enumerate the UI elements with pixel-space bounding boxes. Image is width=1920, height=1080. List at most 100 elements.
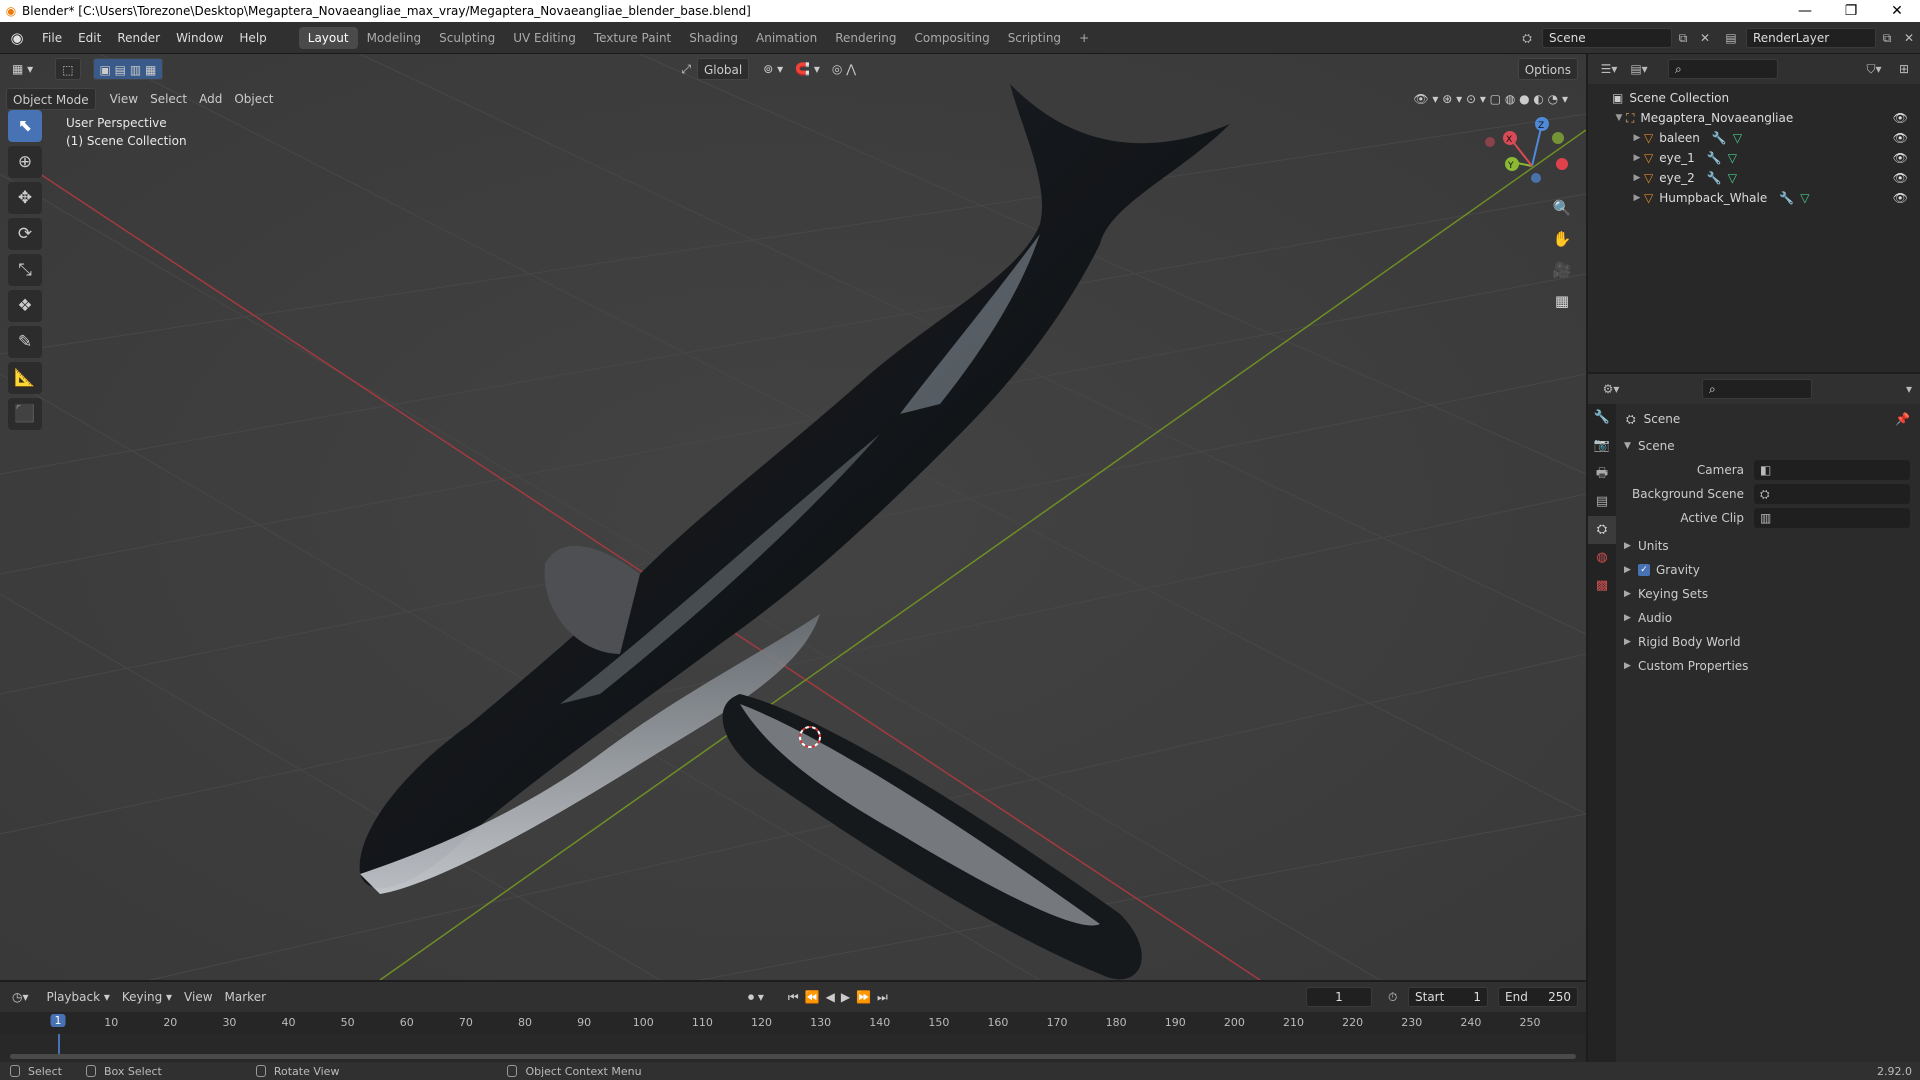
collapse-triangle-icon[interactable]: ▼	[1612, 113, 1626, 123]
3d-viewport[interactable]: Z Y X ▦ ▾ ⬚ ▣ ▤ ▥ ▦ ⤢ Global ⊚ ▾ 🧲 ▾ ◎ ⋀…	[0, 54, 1586, 980]
transform-tool-icon[interactable]: ❖	[8, 290, 42, 322]
tab-shading[interactable]: Shading	[680, 27, 747, 49]
scene-name-field[interactable]: Scene	[1542, 28, 1672, 48]
rigid-body-world-panel[interactable]: ▶ Rigid Body World	[1618, 630, 1920, 654]
filter-icon[interactable]: ⛉▾	[1854, 62, 1894, 77]
active-clip-field[interactable]: ▥	[1754, 508, 1910, 528]
pivot-icon[interactable]: ⊚ ▾	[757, 58, 789, 80]
playhead-line[interactable]	[58, 1034, 60, 1056]
select-tool-icon[interactable]: ⬚	[55, 58, 81, 80]
visibility-eye-icon[interactable]: 👁	[1893, 151, 1908, 165]
visibility-eye-icon[interactable]: 👁	[1893, 191, 1908, 205]
keying-menu[interactable]: Keying ▾	[116, 986, 178, 1008]
outliner-search-input[interactable]: ⌕	[1668, 59, 1778, 79]
cursor-tool-icon[interactable]: ⊕	[8, 146, 42, 178]
render-layer-field[interactable]: RenderLayer	[1746, 28, 1876, 48]
properties-search-input[interactable]: ⌕	[1702, 379, 1812, 399]
camera-view-icon[interactable]: 🎥	[1548, 256, 1576, 284]
outliner-collection-row[interactable]: ▼ ⛶ Megaptera_Novaeangliae 👁	[1588, 108, 1920, 128]
background-scene-field[interactable]: ⛭	[1754, 484, 1910, 504]
current-frame-field[interactable]: 1	[1306, 987, 1372, 1007]
select-box-tool-icon[interactable]: ⬉	[8, 110, 42, 142]
pan-hand-icon[interactable]: ✋	[1548, 225, 1576, 253]
viewport-menu-add[interactable]: Add	[193, 88, 228, 110]
output-tab-icon[interactable]: 🖶	[1588, 460, 1616, 488]
delete-scene-icon[interactable]: ✕	[1694, 31, 1716, 45]
shading-mode-icons[interactable]: 👁 ▾ ⊛ ▾ ⊙ ▾ ▢ ◍ ● ◐ ◔ ▾	[1407, 88, 1574, 110]
keying-sets-panel[interactable]: ▶ Keying Sets	[1618, 582, 1920, 606]
audio-panel[interactable]: ▶ Audio	[1618, 606, 1920, 630]
visibility-eye-icon[interactable]: 👁	[1893, 131, 1908, 145]
tab-sculpting[interactable]: Sculpting	[430, 27, 504, 49]
timeline-editor-icon[interactable]: ◷▾	[6, 986, 35, 1008]
tab-rendering[interactable]: Rendering	[826, 27, 905, 49]
object-mode-dropdown[interactable]: Object Mode	[6, 88, 96, 110]
tab-scripting[interactable]: Scripting	[999, 27, 1070, 49]
tab-layout[interactable]: Layout	[298, 26, 358, 49]
timeline-scrollbar[interactable]	[10, 1054, 1576, 1059]
delete-layer-icon[interactable]: ✕	[1898, 31, 1920, 45]
outliner-object-row[interactable]: ▶ ▽ Humpback_Whale 🔧 ▽ 👁	[1588, 188, 1920, 208]
menu-help[interactable]: Help	[231, 31, 274, 45]
annotate-tool-icon[interactable]: ✎	[8, 326, 42, 358]
rotate-tool-icon[interactable]: ⟳	[8, 218, 42, 250]
marker-menu[interactable]: Marker	[219, 986, 272, 1008]
camera-field[interactable]: ◧	[1754, 460, 1910, 480]
scene-tab-icon[interactable]: ⛭	[1588, 516, 1616, 544]
expand-triangle-icon[interactable]: ▶	[1630, 173, 1644, 183]
new-scene-icon[interactable]: ⧉	[1672, 31, 1694, 46]
tab-uv-editing[interactable]: UV Editing	[504, 27, 585, 49]
viewport-menu-view[interactable]: View	[104, 88, 144, 110]
menu-file[interactable]: File	[34, 31, 70, 45]
view-layer-tab-icon[interactable]: ▤	[1588, 488, 1616, 516]
timeline-view-menu[interactable]: View	[178, 986, 218, 1008]
maximize-button[interactable]: ❐	[1828, 3, 1874, 19]
blender-menu-icon[interactable]: ◉	[0, 29, 34, 47]
properties-options-icon[interactable]: ▾	[1906, 382, 1912, 396]
options-dropdown[interactable]: Options	[1517, 58, 1578, 80]
units-panel[interactable]: ▶ Units	[1618, 534, 1920, 558]
zoom-icon[interactable]: 🔍	[1548, 194, 1576, 222]
minimize-button[interactable]: —	[1782, 3, 1828, 19]
render-tab-icon[interactable]: 📷	[1588, 432, 1616, 460]
current-frame-marker[interactable]: 1	[50, 1014, 66, 1027]
visibility-eye-icon[interactable]: 👁	[1893, 111, 1908, 125]
outliner-scene-collection[interactable]: ▣ Scene Collection	[1588, 88, 1920, 108]
end-frame-field[interactable]: End 250	[1498, 987, 1578, 1007]
texture-tab-icon[interactable]: ▩	[1588, 572, 1616, 600]
editor-type-icon[interactable]: ▦ ▾	[6, 58, 39, 80]
outliner-editor-icon[interactable]: ☰▾	[1594, 62, 1624, 76]
properties-editor-icon[interactable]: ⚙▾	[1596, 382, 1626, 396]
stopwatch-icon[interactable]: ⏱	[1388, 990, 1397, 1005]
new-collection-icon[interactable]: ⊞	[1894, 62, 1914, 76]
add-workspace-button[interactable]: +	[1070, 27, 1098, 49]
tab-modeling[interactable]: Modeling	[358, 27, 431, 49]
scale-tool-icon[interactable]: ⤡	[8, 254, 42, 286]
close-button[interactable]: ✕	[1874, 3, 1920, 19]
expand-triangle-icon[interactable]: ▶	[1630, 153, 1644, 163]
custom-properties-panel[interactable]: ▶ Custom Properties	[1618, 654, 1920, 678]
timeline-track-area[interactable]	[0, 1034, 1586, 1062]
move-tool-icon[interactable]: ✥	[8, 182, 42, 214]
timeline-ruler[interactable]: 1 10 20 30 40 50 60 70 80 90 100 110 120 130 140 150 160…	[0, 1012, 1586, 1034]
select-mode-icons[interactable]: ▣ ▤ ▥ ▦	[92, 58, 164, 80]
visibility-eye-icon[interactable]: 👁	[1893, 171, 1908, 185]
add-cube-tool-icon[interactable]: ⬛	[8, 398, 42, 430]
outliner-object-row[interactable]: ▶ ▽ baleen 🔧 ▽ 👁	[1588, 128, 1920, 148]
tab-compositing[interactable]: Compositing	[905, 27, 998, 49]
playback-menu[interactable]: Playback ▾	[41, 986, 116, 1008]
snap-icon[interactable]: 🧲 ▾	[789, 58, 826, 80]
viewport-menu-select[interactable]: Select	[144, 88, 193, 110]
display-mode-icon[interactable]: ▤▾	[1624, 62, 1654, 76]
tool-tab-icon[interactable]: 🔧	[1588, 404, 1616, 432]
gravity-checkbox[interactable]: ✓	[1638, 564, 1650, 576]
menu-render[interactable]: Render	[109, 31, 168, 45]
record-icon[interactable]: ⏺ ▾	[742, 986, 770, 1008]
expand-triangle-icon[interactable]: ▶	[1630, 133, 1644, 143]
outliner-object-row[interactable]: ▶ ▽ eye_2 🔧 ▽ 👁	[1588, 168, 1920, 188]
tab-texture-paint[interactable]: Texture Paint	[585, 27, 680, 49]
new-layer-icon[interactable]: ⧉	[1876, 31, 1898, 46]
expand-triangle-icon[interactable]: ▶	[1630, 193, 1644, 203]
gravity-panel[interactable]: ▶ ✓ Gravity	[1618, 558, 1920, 582]
transform-orientation-dropdown[interactable]: Global	[696, 58, 750, 80]
